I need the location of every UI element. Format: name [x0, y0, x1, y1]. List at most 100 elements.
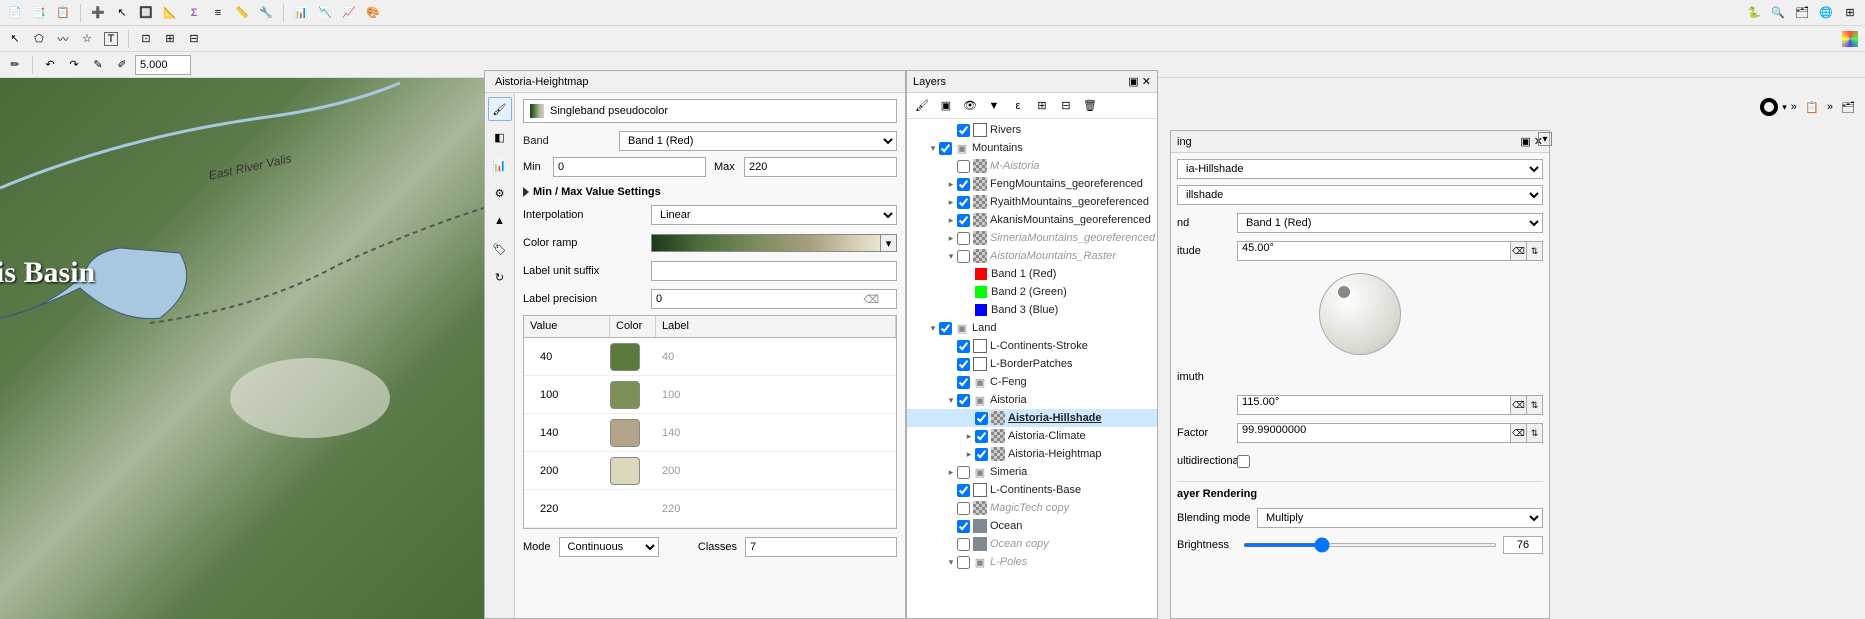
dock-icon[interactable]: ▣ — [1128, 76, 1138, 88]
search-icon[interactable]: 🔍 — [1767, 2, 1789, 24]
layer-item[interactable]: Ocean — [907, 517, 1157, 535]
edit-icon[interactable]: ✏ — [4, 54, 26, 76]
add-group-icon[interactable]: ▣ — [935, 95, 957, 117]
toolbar-icon[interactable]: 📑 — [28, 2, 50, 24]
globe-icon[interactable]: 🌐 — [1815, 2, 1837, 24]
toolbar-icon[interactable]: 📉 — [314, 2, 336, 24]
layer-checkbox[interactable] — [975, 448, 988, 461]
layer-checkbox[interactable] — [957, 466, 970, 479]
layer-checkbox[interactable] — [957, 340, 970, 353]
layer-checkbox[interactable] — [957, 538, 970, 551]
star-icon[interactable]: ☆ — [76, 28, 98, 50]
layer-checkbox[interactable] — [975, 412, 988, 425]
layer-checkbox[interactable] — [957, 520, 970, 533]
step-icon[interactable]: ⇅ — [1527, 241, 1543, 261]
suffix-input[interactable] — [651, 261, 897, 281]
color-table-row[interactable]: 100100 — [524, 376, 896, 414]
layer-item[interactable]: ▾Aistoria — [907, 391, 1157, 409]
layer-checkbox[interactable] — [957, 196, 970, 209]
layer-checkbox[interactable] — [957, 502, 970, 515]
pyramids-tab-icon[interactable]: ▲ — [488, 209, 512, 233]
interp-select[interactable]: Linear — [651, 205, 897, 225]
layer-item[interactable]: ▸AkanisMountains_georeferenced — [907, 211, 1157, 229]
clear-icon[interactable]: ⌫ — [1511, 395, 1527, 415]
toolbar-icon[interactable]: ≡ — [207, 2, 229, 24]
grid-icon[interactable]: ⊞ — [1839, 2, 1861, 24]
azimuth-dial[interactable] — [1319, 273, 1401, 355]
ruler-icon[interactable]: 📏 — [231, 2, 253, 24]
transparency-tab-icon[interactable]: ◧ — [488, 125, 512, 149]
layer-item[interactable]: Band 3 (Blue) — [907, 301, 1157, 319]
color-table-row[interactable]: 220220 — [524, 490, 896, 528]
toolbar-icon[interactable]: 🗂 — [1837, 96, 1859, 118]
toolbar-icon[interactable]: 🔧 — [255, 2, 277, 24]
toolbar-icon[interactable]: ⊟ — [183, 28, 205, 50]
layer-checkbox[interactable] — [957, 232, 970, 245]
remove-icon[interactable]: 🗑 — [1079, 95, 1101, 117]
bright-slider[interactable] — [1243, 543, 1497, 547]
map-canvas[interactable]: is Basin East River Valis — [0, 78, 484, 619]
clear-icon[interactable]: ⌫ — [1511, 241, 1527, 261]
toolbar-icon[interactable]: 📐 — [159, 2, 181, 24]
select-icon[interactable]: ↖ — [4, 28, 26, 50]
python-icon[interactable]: 🐍 — [1743, 2, 1765, 24]
step-icon[interactable]: ⇅ — [1527, 395, 1543, 415]
minmax-expander[interactable]: Min / Max Value Settings — [523, 181, 897, 203]
layer-item[interactable]: ▸SimeriaMountains_georeferenced — [907, 229, 1157, 247]
layer-item[interactable]: C-Feng — [907, 373, 1157, 391]
visibility-icon[interactable]: 👁 — [959, 95, 981, 117]
layer-item[interactable]: ▸Simeria — [907, 463, 1157, 481]
filter-icon[interactable]: ▼ — [983, 95, 1005, 117]
layer-item[interactable]: ▸FengMountains_georeferenced — [907, 175, 1157, 193]
layer-item[interactable]: L-BorderPatches — [907, 355, 1157, 373]
blend-select[interactable]: Multiply — [1257, 508, 1543, 528]
max-input[interactable] — [744, 157, 897, 177]
style-icon[interactable]: 🖌 — [911, 95, 933, 117]
band-select[interactable]: Band 1 (Red) — [1237, 213, 1543, 233]
toolbar-icon[interactable]: 🔲 — [135, 2, 157, 24]
color-ramp[interactable] — [651, 234, 881, 252]
layer-item[interactable]: ▸Aistoria-Climate — [907, 427, 1157, 445]
band-select[interactable]: Band 1 (Red) — [619, 131, 897, 151]
grid-color-icon[interactable] — [1839, 28, 1861, 50]
toolbar-icon[interactable]: ⊡ — [135, 28, 157, 50]
layer-item[interactable]: ▾L-Poles — [907, 553, 1157, 571]
step-icon[interactable]: ⇅ — [1527, 423, 1543, 443]
bright-value[interactable] — [1503, 536, 1543, 554]
redo-icon[interactable]: ↷ — [63, 54, 85, 76]
line-icon[interactable]: 〰 — [52, 28, 74, 50]
toolbar-icon[interactable]: ✐ — [111, 54, 133, 76]
color-table-row[interactable]: 200200 — [524, 452, 896, 490]
histogram-tab-icon[interactable]: 📊 — [488, 153, 512, 177]
mode-select[interactable]: Continuous — [559, 537, 659, 557]
undo-icon[interactable]: ↶ — [39, 54, 61, 76]
layer-checkbox[interactable] — [957, 214, 970, 227]
expand-icon[interactable]: » — [1827, 101, 1833, 113]
expand-icon[interactable]: » — [1791, 101, 1797, 113]
azimuth-input[interactable]: 115.00° — [1237, 395, 1511, 415]
ramp-dropdown[interactable]: ▾ — [881, 234, 897, 252]
legend-tab-icon[interactable]: ↻ — [488, 265, 512, 289]
toolbar-icon[interactable]: ➕ — [87, 2, 109, 24]
close-icon[interactable]: ✕ — [1142, 76, 1151, 88]
symbology-tab-icon[interactable]: 🖌 — [488, 97, 512, 121]
color-table-row[interactable]: 140140 — [524, 414, 896, 452]
layer-item[interactable]: MagicTech copy — [907, 499, 1157, 517]
toolbar-icon[interactable]: 📈 — [338, 2, 360, 24]
dropdown-icon[interactable]: ▾ — [1782, 102, 1787, 113]
render-type-select[interactable]: illshade — [1177, 185, 1543, 205]
layer-item[interactable]: Band 2 (Green) — [907, 283, 1157, 301]
multidir-checkbox[interactable] — [1237, 455, 1250, 468]
layer-item[interactable]: L-Continents-Stroke — [907, 337, 1157, 355]
cursor-icon[interactable]: ↖ — [111, 2, 133, 24]
layer-checkbox[interactable] — [957, 178, 970, 191]
color-table-row[interactable]: 4040 — [524, 338, 896, 376]
layer-checkbox[interactable] — [957, 484, 970, 497]
clear-icon[interactable]: ⌫ — [863, 293, 879, 306]
precision-input[interactable] — [651, 289, 897, 309]
col-label[interactable]: Label — [656, 316, 896, 337]
layer-select[interactable]: ia-Hillshade — [1177, 159, 1543, 179]
layer-checkbox[interactable] — [957, 394, 970, 407]
layer-checkbox[interactable] — [957, 250, 970, 263]
expand-btn[interactable]: ▾ — [1538, 132, 1552, 146]
